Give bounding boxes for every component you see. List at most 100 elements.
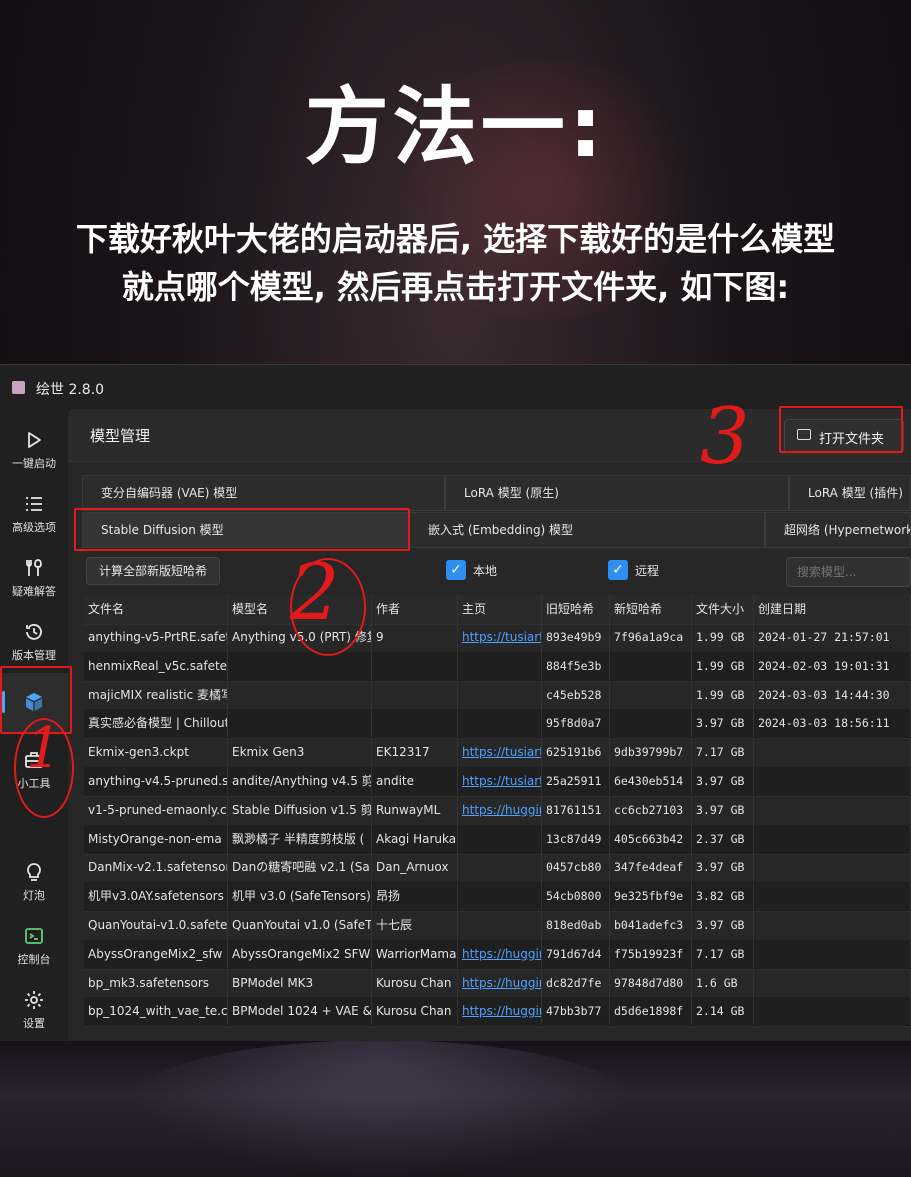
tab-hypernetwork[interactable]: 超网络 (Hypernetwork) <box>765 512 911 548</box>
cell-homepage[interactable]: https://tusiart <box>458 767 542 795</box>
table-row[interactable]: AbyssOrangeMix2_sfw AbyssOrangeMix2 SFW Wa… <box>84 939 911 970</box>
table-row[interactable]: v1-5-pruned-emaonly.ckptStable Diffusion… <box>84 795 911 826</box>
cell-created-date <box>754 911 911 939</box>
cell-homepage[interactable] <box>458 680 542 709</box>
cell-author: WarriorMama <box>372 939 458 968</box>
calc-hash-button[interactable]: 计算全部新版短哈希 <box>86 557 220 585</box>
cell-new-hash <box>610 680 692 709</box>
sidebar-item-settings[interactable]: 设置 <box>0 977 68 1037</box>
cell-new-hash: 7f96a1a9ca <box>610 623 692 651</box>
table-row[interactable]: DanMix-v2.1.safetensors Danの糖寄吧融 v2.1 (Sa… <box>84 853 911 884</box>
sidebar-item-label: 设置 <box>23 1017 45 1030</box>
cell-created-date <box>754 939 911 968</box>
tab-label: LoRA 模型 (插件) <box>808 486 903 500</box>
tab-embedding[interactable]: 嵌入式 (Embedding) 模型 <box>409 512 765 548</box>
sidebar-item-versions[interactable]: 版本管理 <box>0 609 68 669</box>
sidebar-item-label: 灯泡 <box>23 889 45 902</box>
table-row[interactable]: QuanYoutai-v1.0.safetensorsQuanYoutai v1… <box>84 911 911 941</box>
table-row[interactable]: bp_mk3.safetensors BPModel MK3 Kurosu Chan… <box>84 968 911 999</box>
cell-homepage[interactable]: https://tusiart <box>458 738 542 767</box>
cell-homepage[interactable]: https://hugging <box>458 795 542 824</box>
table-row[interactable]: Ekmix-gen3.ckpt Ekmix Gen3 EK12317 https://… <box>84 738 911 769</box>
cell-created-date <box>754 968 911 997</box>
local-checkbox[interactable]: ✓ <box>446 560 466 580</box>
cell-old-hash: dc82d7fe <box>542 968 610 997</box>
cell-filename: 机甲v3.0AY.safetensors <box>84 882 228 911</box>
cell-homepage[interactable]: https://tusiart <box>458 623 542 651</box>
cell-file-size: 1.6 GB <box>692 968 754 997</box>
page-title: 模型管理 <box>90 427 151 445</box>
cell-model-name: 飘渺橘子 半精度剪枝版 ( <box>228 824 372 853</box>
cell-homepage[interactable]: https://hugging <box>458 939 542 968</box>
cell-homepage[interactable] <box>458 709 542 738</box>
cell-homepage[interactable] <box>458 853 542 882</box>
cell-created-date <box>754 853 911 882</box>
table-row[interactable]: majicMIX realistic 麦橘写实 c45eb528 1.99 GB20… <box>84 680 911 711</box>
annotation-box-open-folder <box>779 406 903 453</box>
sidebar-item-advanced[interactable]: 高级选项 <box>0 481 68 541</box>
sidebar-item-label: 高级选项 <box>12 521 56 534</box>
cell-filename: bp_mk3.safetensors <box>84 968 228 997</box>
sidebar-item-launch[interactable]: 一键启动 <box>0 417 68 477</box>
column-header: 文件大小 <box>692 595 754 623</box>
cell-homepage[interactable] <box>458 882 542 911</box>
main-panel: 模型管理 打开文件夹 变分自编码器 (VAE) 模型 LoRA 模型 (原生) … <box>68 409 911 1041</box>
cell-author: Akagi Haruka <box>372 824 458 853</box>
cell-new-hash: 97848d7d80 <box>610 968 692 997</box>
table-row[interactable]: bp_1024_with_vae_te.ckptBPModel 1024 + V… <box>84 997 911 1028</box>
cell-file-size: 3.97 GB <box>692 853 754 882</box>
app-title: 绘世 2.8.0 <box>36 382 105 398</box>
cell-old-hash: 818ed0ab <box>542 911 610 939</box>
model-table: 文件名 模型名 作者 主页 旧短哈希 新短哈希 文件大小 创建日期 anything-v5-Pr… <box>84 595 911 1041</box>
cell-new-hash <box>610 709 692 738</box>
cell-created-date <box>754 997 911 1026</box>
cell-model-name <box>228 680 372 709</box>
table-row[interactable]: anything-v4.5-pruned.safetensorsandite/A… <box>84 767 911 797</box>
cell-author <box>372 680 458 709</box>
cell-homepage[interactable] <box>458 824 542 853</box>
sidebar-item-label: 一键启动 <box>12 457 56 470</box>
cell-homepage[interactable] <box>458 911 542 939</box>
cell-homepage[interactable]: https://hugging <box>458 968 542 997</box>
table-row[interactable]: anything-v5-PrtRE.safetensorsAnything v5… <box>84 623 911 653</box>
table-row[interactable]: 真实感必备模型 | Chillout 95f8d0a7 3.97 GB 2024-03… <box>84 709 911 740</box>
cell-created-date: 2024-03-03 14:44:30 <box>754 680 911 709</box>
cell-file-size: 7.17 GB <box>692 738 754 767</box>
cell-filename: DanMix-v2.1.safetensors <box>84 853 228 882</box>
column-header: 作者 <box>372 595 458 623</box>
sidebar-item-console[interactable]: 控制台 <box>0 913 68 973</box>
table-row[interactable]: 机甲v3.0AY.safetensors 机甲 v3.0 (SafeTensors… <box>84 882 911 913</box>
cell-old-hash: c45eb528 <box>542 680 610 709</box>
remote-checkbox[interactable]: ✓ <box>608 560 628 580</box>
sidebar-item-lightbulb[interactable]: 灯泡 <box>0 849 68 909</box>
tools-icon <box>26 559 42 576</box>
cell-homepage[interactable] <box>458 651 542 680</box>
cell-filename: anything-v5-PrtRE.safetensors <box>84 623 228 651</box>
background-figure <box>120 1040 640 1177</box>
sidebar-item-troubleshoot[interactable]: 疑难解答 <box>0 545 68 605</box>
cell-filename: MistyOrange-non-ema <box>84 824 228 853</box>
cell-author: Kurosu Chan <box>372 997 458 1026</box>
table-row[interactable]: MistyOrange-non-ema 飘渺橘子 半精度剪枝版 (Akagi Ha… <box>84 824 911 855</box>
search-input[interactable] <box>786 557 911 587</box>
cell-author: 昂扬 <box>372 882 458 911</box>
tab-lora-plugin[interactable]: LoRA 模型 (插件) <box>789 475 911 511</box>
cell-author: EK12317 <box>372 738 458 767</box>
tab-label: 变分自编码器 (VAE) 模型 <box>101 486 238 500</box>
cell-file-size: 3.97 GB <box>692 767 754 795</box>
list-icon <box>26 497 42 511</box>
tab-label: 嵌入式 (Embedding) 模型 <box>428 523 574 537</box>
column-header: 新短哈希 <box>610 595 692 623</box>
cell-model-name <box>228 651 372 680</box>
cell-new-hash: d5d6e1898f <box>610 997 692 1026</box>
cell-created-date: 2024-02-03 19:01:31 <box>754 651 911 680</box>
cell-author: Dan_Arnuox <box>372 853 458 882</box>
column-header: 主页 <box>458 595 542 623</box>
cell-homepage[interactable]: https://hugging <box>458 997 542 1026</box>
table-row[interactable]: henmixReal_v5c.safetensors 884f5e3b 1.99 G… <box>84 651 911 682</box>
cell-model-name: BPModel MK3 <box>228 968 372 997</box>
tab-vae[interactable]: 变分自编码器 (VAE) 模型 <box>82 475 445 511</box>
cell-model-name: 机甲 v3.0 (SafeTensors) <box>228 882 372 911</box>
play-icon <box>28 432 41 448</box>
cell-created-date <box>754 824 911 853</box>
